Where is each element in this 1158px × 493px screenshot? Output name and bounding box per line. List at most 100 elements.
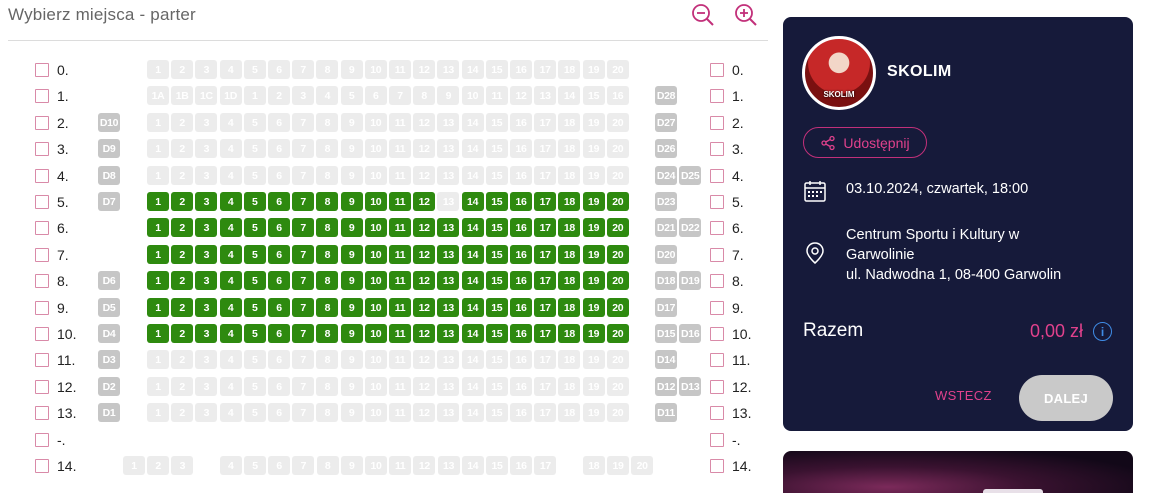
row-label-left[interactable]: 12. bbox=[35, 379, 76, 395]
available-seat[interactable]: 17 bbox=[534, 271, 557, 290]
available-seat[interactable]: 20 bbox=[606, 271, 629, 290]
available-seat[interactable]: 13 bbox=[437, 324, 460, 343]
available-seat[interactable]: 7 bbox=[292, 298, 315, 317]
row-checkbox[interactable] bbox=[35, 116, 49, 130]
available-seat[interactable]: 9 bbox=[340, 218, 363, 237]
available-seat[interactable]: 17 bbox=[534, 218, 557, 237]
available-seat[interactable]: 18 bbox=[558, 192, 581, 211]
available-seat[interactable]: 3 bbox=[195, 245, 218, 264]
available-seat[interactable]: 10 bbox=[364, 192, 387, 211]
available-seat[interactable]: 14 bbox=[461, 245, 484, 264]
available-seat[interactable]: 7 bbox=[292, 245, 315, 264]
back-button[interactable]: WSTECZ bbox=[935, 388, 992, 403]
row-label-right[interactable]: 0. bbox=[710, 62, 744, 78]
available-seat[interactable]: 8 bbox=[316, 324, 339, 343]
row-label-left[interactable]: 8. bbox=[35, 273, 69, 289]
available-seat[interactable]: 19 bbox=[582, 324, 605, 343]
row-label-left[interactable]: 5. bbox=[35, 194, 69, 210]
row-label-right[interactable]: 10. bbox=[710, 326, 751, 342]
info-icon[interactable]: i bbox=[1093, 322, 1112, 341]
available-seat[interactable]: 5 bbox=[243, 271, 266, 290]
row-checkbox[interactable] bbox=[710, 274, 724, 288]
available-seat[interactable]: 11 bbox=[389, 271, 411, 290]
available-seat[interactable]: 6 bbox=[268, 271, 290, 290]
row-checkbox[interactable] bbox=[35, 169, 49, 183]
row-checkbox[interactable] bbox=[35, 301, 49, 315]
available-seat[interactable]: 11 bbox=[389, 298, 411, 317]
available-seat[interactable]: 2 bbox=[171, 192, 194, 211]
available-seat[interactable]: 20 bbox=[606, 324, 629, 343]
row-label-left[interactable]: 0. bbox=[35, 62, 69, 78]
row-checkbox[interactable] bbox=[35, 274, 49, 288]
available-seat[interactable]: 1 bbox=[147, 324, 169, 343]
available-seat[interactable]: 18 bbox=[558, 271, 581, 290]
row-checkbox[interactable] bbox=[35, 195, 49, 209]
available-seat[interactable]: 15 bbox=[485, 245, 508, 264]
available-seat[interactable]: 1 bbox=[147, 218, 169, 237]
row-checkbox[interactable] bbox=[35, 327, 49, 341]
row-label-right[interactable]: 11. bbox=[710, 352, 750, 368]
row-checkbox[interactable] bbox=[710, 327, 724, 341]
available-seat[interactable]: 12 bbox=[413, 245, 436, 264]
available-seat[interactable]: 3 bbox=[195, 298, 218, 317]
available-seat[interactable]: 10 bbox=[364, 218, 387, 237]
available-seat[interactable]: 18 bbox=[558, 324, 581, 343]
available-seat[interactable]: 19 bbox=[582, 298, 605, 317]
available-seat[interactable]: 20 bbox=[606, 298, 629, 317]
available-seat[interactable]: 13 bbox=[437, 218, 460, 237]
available-seat[interactable]: 2 bbox=[171, 271, 194, 290]
row-label-left[interactable]: 11. bbox=[35, 352, 75, 368]
available-seat[interactable]: 7 bbox=[292, 192, 315, 211]
available-seat[interactable]: 5 bbox=[243, 192, 266, 211]
available-seat[interactable]: 8 bbox=[316, 218, 339, 237]
row-checkbox[interactable] bbox=[35, 433, 49, 447]
zoom-out-icon[interactable] bbox=[690, 2, 716, 28]
row-checkbox[interactable] bbox=[710, 221, 724, 235]
available-seat[interactable]: 18 bbox=[558, 218, 581, 237]
available-seat[interactable]: 15 bbox=[485, 192, 508, 211]
row-label-right[interactable]: 4. bbox=[710, 168, 744, 184]
available-seat[interactable]: 2 bbox=[171, 298, 194, 317]
available-seat[interactable]: 13 bbox=[437, 245, 460, 264]
row-label-left[interactable]: 14. bbox=[35, 458, 76, 474]
row-label-right[interactable]: 2. bbox=[710, 115, 744, 131]
row-label-right[interactable]: 6. bbox=[710, 220, 744, 236]
row-label-left[interactable]: 6. bbox=[35, 220, 69, 236]
available-seat[interactable]: 6 bbox=[268, 218, 290, 237]
row-label-left[interactable]: 2. bbox=[35, 115, 69, 131]
available-seat[interactable]: 7 bbox=[292, 324, 315, 343]
row-checkbox[interactable] bbox=[35, 63, 49, 77]
row-label-right[interactable]: 3. bbox=[710, 141, 744, 157]
available-seat[interactable]: 2 bbox=[171, 218, 194, 237]
available-seat[interactable]: 19 bbox=[582, 218, 605, 237]
available-seat[interactable]: 4 bbox=[219, 192, 242, 211]
row-checkbox[interactable] bbox=[710, 353, 724, 367]
available-seat[interactable]: 12 bbox=[413, 218, 436, 237]
available-seat[interactable]: 6 bbox=[268, 192, 290, 211]
available-seat[interactable]: 2 bbox=[171, 324, 194, 343]
available-seat[interactable]: 4 bbox=[219, 271, 242, 290]
available-seat[interactable]: 9 bbox=[340, 271, 363, 290]
available-seat[interactable]: 14 bbox=[461, 271, 484, 290]
row-checkbox[interactable] bbox=[710, 195, 724, 209]
available-seat[interactable]: 13 bbox=[437, 298, 460, 317]
available-seat[interactable]: 7 bbox=[292, 271, 315, 290]
row-label-left[interactable]: 7. bbox=[35, 247, 69, 263]
available-seat[interactable]: 8 bbox=[316, 298, 339, 317]
available-seat[interactable]: 7 bbox=[292, 218, 315, 237]
available-seat[interactable]: 17 bbox=[534, 324, 557, 343]
available-seat[interactable]: 17 bbox=[534, 192, 557, 211]
available-seat[interactable]: 9 bbox=[340, 324, 363, 343]
available-seat[interactable]: 12 bbox=[413, 324, 436, 343]
available-seat[interactable]: 15 bbox=[485, 271, 508, 290]
row-checkbox[interactable] bbox=[710, 169, 724, 183]
available-seat[interactable]: 1 bbox=[147, 245, 169, 264]
available-seat[interactable]: 15 bbox=[485, 298, 508, 317]
row-checkbox[interactable] bbox=[35, 142, 49, 156]
available-seat[interactable]: 2 bbox=[171, 245, 194, 264]
available-seat[interactable]: 1 bbox=[147, 271, 169, 290]
row-checkbox[interactable] bbox=[710, 433, 724, 447]
available-seat[interactable]: 10 bbox=[364, 271, 387, 290]
row-checkbox[interactable] bbox=[710, 406, 724, 420]
available-seat[interactable]: 19 bbox=[582, 271, 605, 290]
